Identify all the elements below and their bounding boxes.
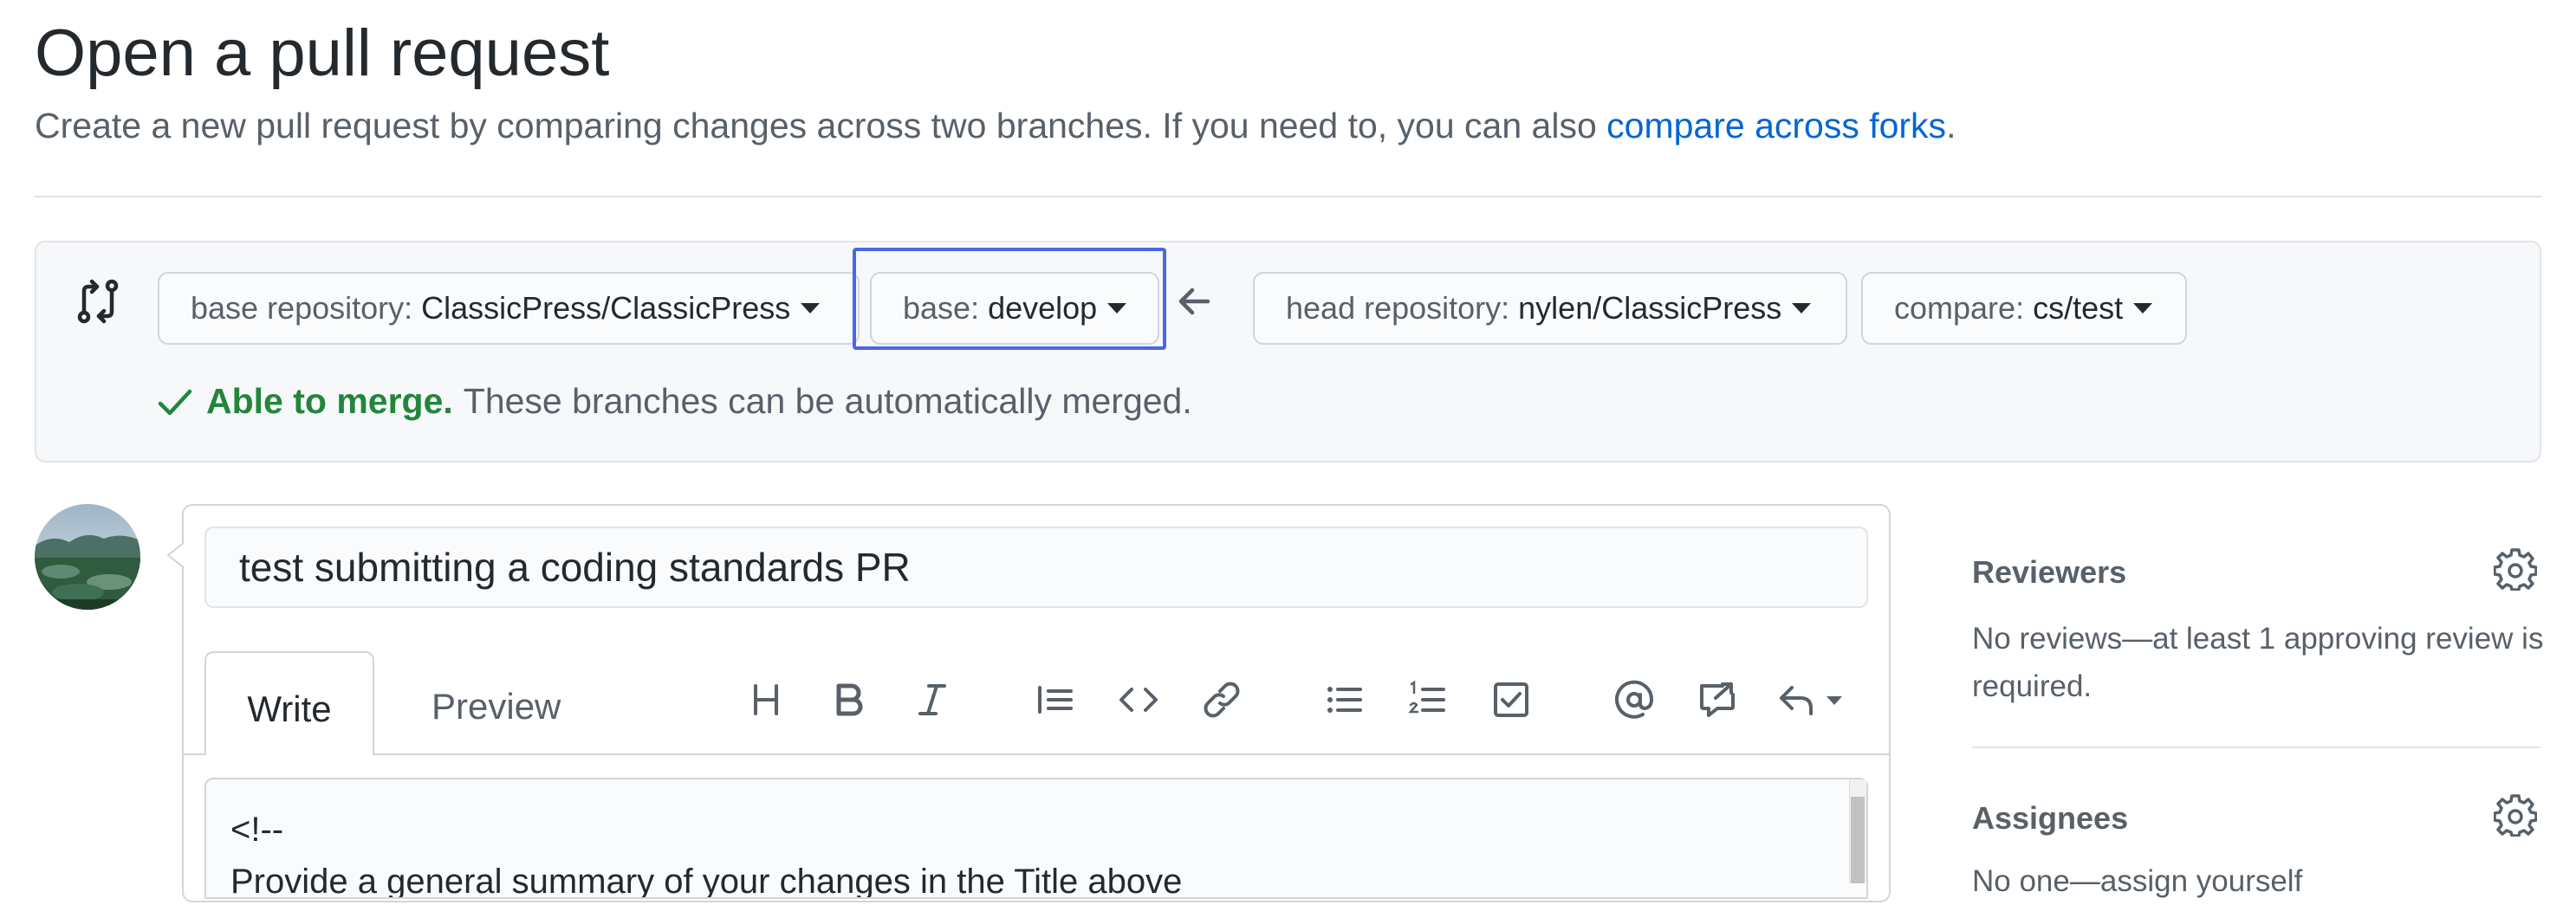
merge-status-text: These branches can be automatically merg… [463,381,1192,421]
textarea-scroll-thumb[interactable] [1851,797,1865,883]
page-subtitle: Create a new pull request by comparing c… [35,106,1956,146]
italic-icon[interactable] [908,676,957,724]
pr-body-textarea[interactable]: <!-- Provide a general summary of your c… [204,778,1868,899]
tab-preview[interactable]: Preview [431,686,561,727]
body-line: Provide a general summary of your change… [230,863,1183,899]
merge-status: Able to merge. These branches can be aut… [156,381,1192,422]
avatar[interactable] [35,504,140,610]
quote-icon[interactable] [1031,676,1080,724]
numbered-list-icon[interactable] [1404,676,1452,724]
mention-icon[interactable] [1610,676,1658,724]
base-repository-select[interactable]: base repository: ClassicPress/ClassicPre… [158,272,860,345]
assignees-heading: Assignees [1972,800,2129,836]
caret-down-icon [801,303,821,314]
assignees-gear-icon[interactable] [2493,793,2538,837]
compare-branch-value: cs/test [2033,290,2124,326]
compare-across-forks-link[interactable]: compare across forks [1606,106,1946,145]
bulleted-list-icon[interactable] [1320,676,1369,724]
comment-pointer [166,540,187,571]
reviewers-gear-icon[interactable] [2493,547,2538,591]
page-title: Open a pull request [35,16,610,90]
focus-highlight [853,248,1166,350]
caret-down-icon [1792,303,1812,314]
reviewers-heading: Reviewers [1972,554,2127,590]
body-line: <!-- [230,811,284,849]
reply-icon[interactable] [1776,676,1854,724]
task-list-icon[interactable] [1487,676,1535,724]
arrow-left-icon [1175,284,1213,319]
bold-icon[interactable] [825,676,873,724]
head-repository-value: nylen/ClassicPress [1518,290,1782,326]
tab-write[interactable]: Write [204,651,374,755]
assignees-text: No one—assign yourself [1972,864,2303,898]
pr-title-input[interactable] [204,527,1868,608]
git-compare-icon [76,279,120,324]
reference-icon[interactable] [1693,676,1742,724]
compare-branch-label: compare: [1894,290,2025,326]
base-repository-label: base repository: [191,290,413,326]
merge-status-bold: Able to merge. [206,381,453,421]
caret-down-icon [2133,303,2153,314]
tab-divider [184,753,1889,755]
base-repository-value: ClassicPress/ClassicPress [421,290,791,326]
header-divider [35,196,2541,197]
reviewers-text: No reviews—at least 1 approving review i… [1972,622,2544,703]
subtitle-text: Create a new pull request by comparing c… [35,106,1607,145]
sidebar-divider [1972,747,2540,748]
link-icon[interactable] [1197,676,1246,724]
head-repository-select[interactable]: head repository: nylen/ClassicPress [1253,272,1847,345]
heading-icon[interactable] [742,676,790,724]
compare-branch-select[interactable]: compare: cs/test [1861,272,2187,345]
code-icon[interactable] [1114,676,1163,724]
subtitle-suffix: . [1946,106,1956,145]
check-icon [158,389,192,415]
head-repository-label: head repository: [1286,290,1510,326]
